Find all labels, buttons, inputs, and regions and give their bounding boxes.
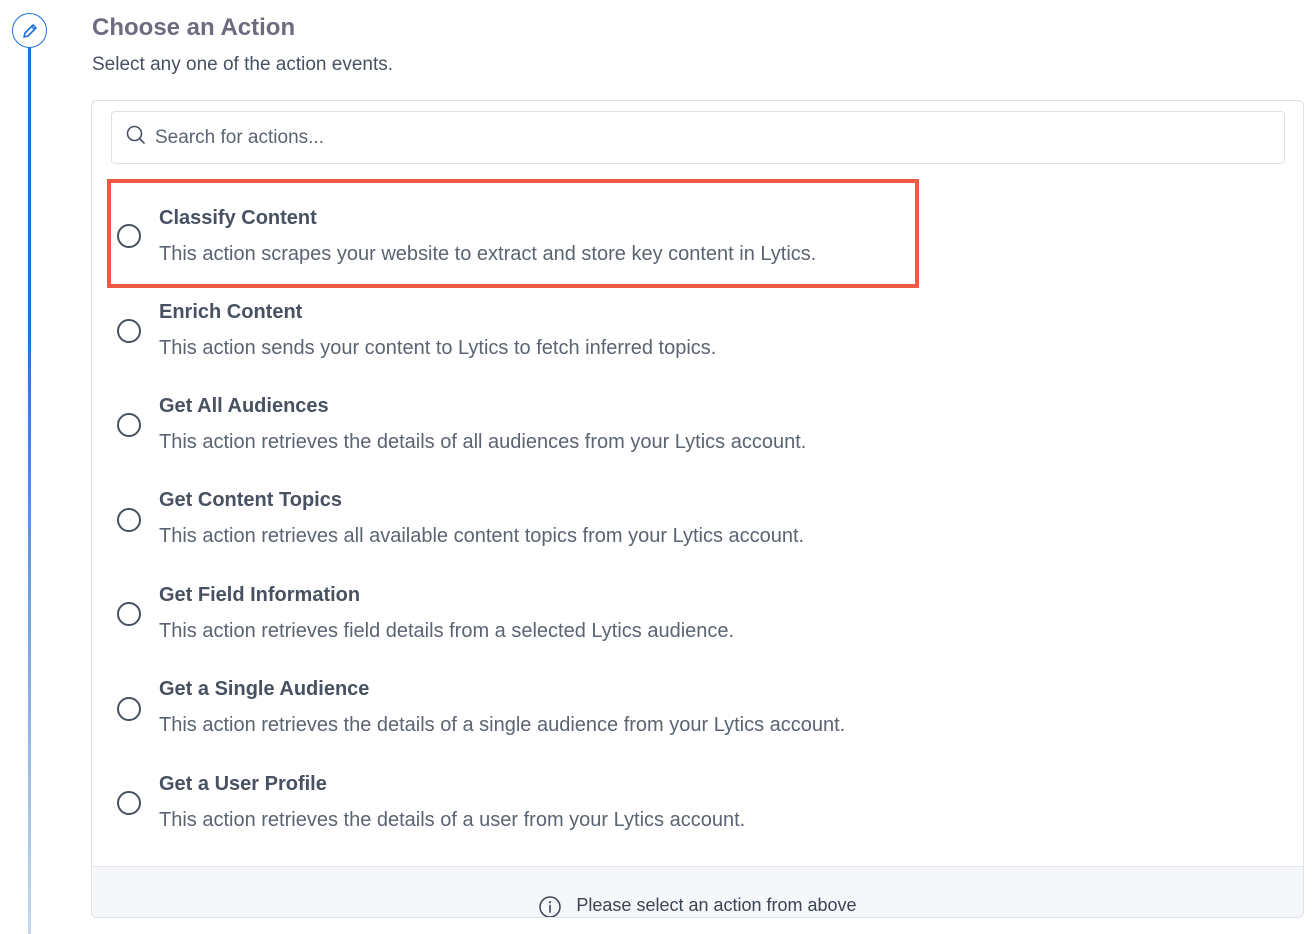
action-option-get-field-information[interactable]: Get Field Information This action retrie… [107, 569, 919, 664]
action-description: This action scrapes your website to extr… [159, 243, 817, 265]
search-input[interactable] [155, 126, 1255, 149]
radio-button[interactable] [117, 508, 141, 532]
radio-button[interactable] [117, 224, 141, 248]
action-title: Get All Audiences [159, 395, 329, 417]
action-panel: Classify Content This action scrapes you… [91, 100, 1304, 918]
action-description: This action retrieves the details of a s… [159, 714, 846, 736]
radio-button[interactable] [117, 602, 141, 626]
page-subtitle: Select any one of the action events. [92, 54, 394, 75]
info-icon [538, 895, 562, 917]
selection-hint-footer: Please select an action from above [92, 866, 1303, 917]
action-option-get-content-topics[interactable]: Get Content Topics This action retrieves… [107, 475, 919, 570]
footer-message: Please select an action from above [576, 895, 857, 915]
action-description: This action retrieves the details of all… [159, 431, 807, 453]
search-box[interactable] [111, 111, 1285, 164]
choose-action-page: Choose an Action Select any one of the a… [0, 0, 1314, 934]
action-option-classify-content[interactable]: Classify Content This action scrapes you… [107, 191, 919, 286]
search-icon [125, 124, 147, 151]
radio-button[interactable] [117, 413, 141, 437]
action-option-enrich-content[interactable]: Enrich Content This action sends your co… [107, 286, 919, 381]
action-title: Get a User Profile [159, 773, 327, 795]
action-title: Get a Single Audience [159, 678, 370, 700]
page-title: Choose an Action [92, 14, 296, 41]
action-title: Get Field Information [159, 584, 361, 606]
action-description: This action retrieves the details of a u… [159, 809, 746, 831]
action-title: Enrich Content [159, 301, 303, 323]
radio-button[interactable] [117, 697, 141, 721]
action-description: This action retrieves all available cont… [159, 525, 805, 547]
pencil-icon[interactable] [12, 13, 47, 48]
action-title: Get Content Topics [159, 489, 342, 511]
action-option-get-a-user-profile[interactable]: Get a User Profile This action retrieves… [107, 758, 919, 853]
action-title: Classify Content [159, 207, 317, 229]
action-description: This action retrieves field details from… [159, 620, 735, 642]
timeline-line [28, 46, 31, 934]
action-description: This action sends your content to Lytics… [159, 337, 717, 359]
action-option-get-a-single-audience[interactable]: Get a Single Audience This action retrie… [107, 664, 919, 759]
radio-button[interactable] [117, 791, 141, 815]
action-option-get-all-audiences[interactable]: Get All Audiences This action retrieves … [107, 380, 919, 475]
radio-button[interactable] [117, 319, 141, 343]
